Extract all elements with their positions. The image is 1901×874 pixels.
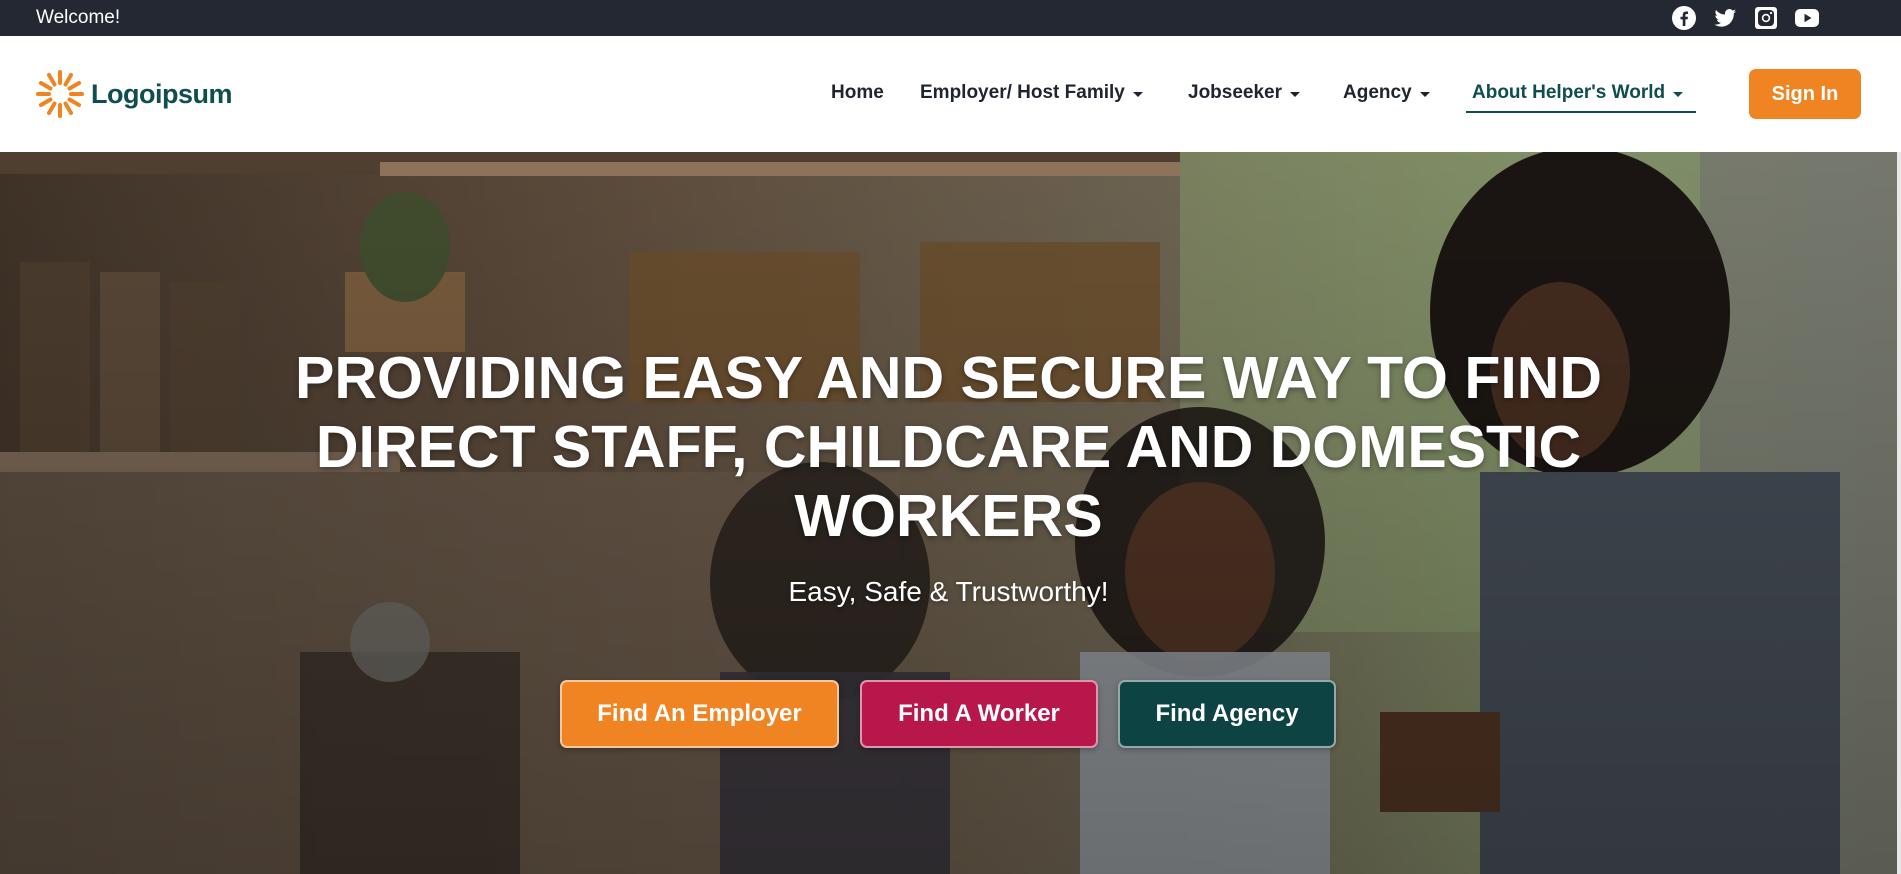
find-worker-button[interactable]: Find A Worker [860,680,1098,748]
caret-down-icon [1419,91,1430,97]
active-nav-underline [1466,111,1696,113]
nav-employer-label: Employer/ Host Family [920,82,1125,103]
nav-jobseeker[interactable]: Jobseeker [1188,82,1301,104]
hero-subtitle: Easy, Safe & Trustworthy! [788,576,1109,607]
nav-employer-host-family[interactable]: Employer/ Host Family [920,82,1143,104]
sign-in-button[interactable]: Sign In [1749,69,1861,119]
twitter-icon[interactable] [1712,5,1738,31]
find-agency-button[interactable]: Find Agency [1118,680,1336,748]
nav-about-helpers-world[interactable]: About Helper's World [1472,82,1684,104]
youtube-icon[interactable] [1794,5,1820,31]
caret-down-icon [1132,91,1143,97]
nav-home[interactable]: Home [831,82,884,104]
welcome-text: Welcome! [36,7,121,28]
find-employer-button[interactable]: Find An Employer [560,680,839,748]
hero-title-line-1: PROVIDING EASY AND SECURE WAY TO FIND [295,345,1602,411]
hero-section: PROVIDING EASY AND SECURE WAY TO FIND DI… [0,152,1897,874]
scrollbar-track[interactable] [1897,152,1901,874]
instagram-icon[interactable] [1753,5,1779,31]
nav-jobseeker-label: Jobseeker [1188,82,1283,103]
main-nav: Home Employer/ Host Family Jobseeker Age… [0,36,1901,152]
site-header: Logoipsum Home Employer/ Host Family Job… [0,36,1901,152]
hero-title: PROVIDING EASY AND SECURE WAY TO FIND DI… [200,344,1697,551]
top-bar: Welcome! [0,0,1901,36]
nav-agency[interactable]: Agency [1343,82,1430,104]
caret-down-icon [1290,91,1301,97]
hero-title-line-2: DIRECT STAFF, CHILDCARE AND DOMESTIC [315,414,1582,480]
nav-home-label: Home [831,82,884,103]
hero-title-line-3: WORKERS [794,483,1103,549]
caret-down-icon [1673,91,1684,97]
nav-about-label: About Helper's World [1472,82,1666,103]
facebook-icon[interactable] [1671,5,1697,31]
social-links [1671,5,1820,31]
nav-agency-label: Agency [1343,82,1412,103]
